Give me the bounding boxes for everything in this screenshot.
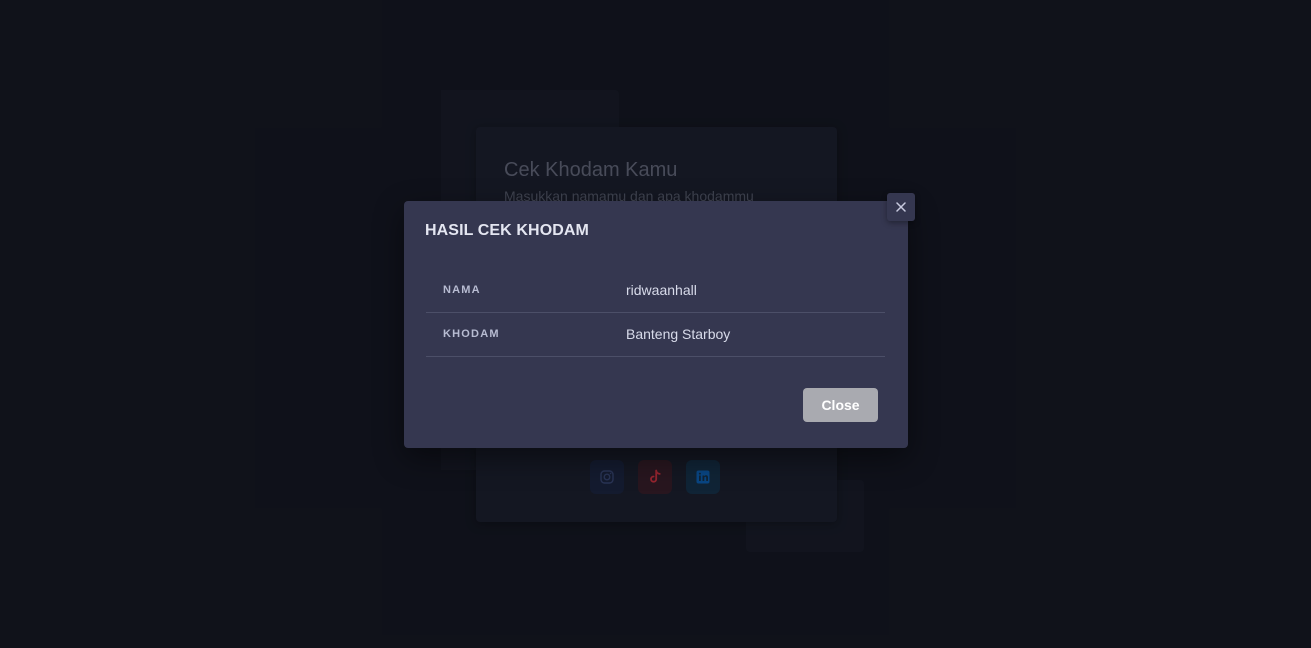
result-table: NAMA ridwaanhall KHODAM Banteng Starboy: [426, 269, 885, 357]
result-modal: HASIL CEK KHODAM NAMA ridwaanhall KHODAM…: [404, 201, 908, 448]
row-value-nama: ridwaanhall: [626, 282, 697, 298]
page: Cek Khodam Kamu Masukkan namamu dan apa …: [0, 0, 1311, 648]
modal-title: HASIL CEK KHODAM: [425, 222, 589, 239]
close-icon: [896, 202, 906, 212]
close-button[interactable]: Close: [803, 388, 878, 422]
row-label-nama: NAMA: [443, 284, 481, 296]
table-row: NAMA ridwaanhall: [426, 269, 885, 313]
row-value-khodam: Banteng Starboy: [626, 326, 731, 342]
row-label-khodam: KHODAM: [443, 328, 500, 340]
table-row: KHODAM Banteng Starboy: [426, 313, 885, 357]
modal-close-x-button[interactable]: [887, 193, 915, 221]
